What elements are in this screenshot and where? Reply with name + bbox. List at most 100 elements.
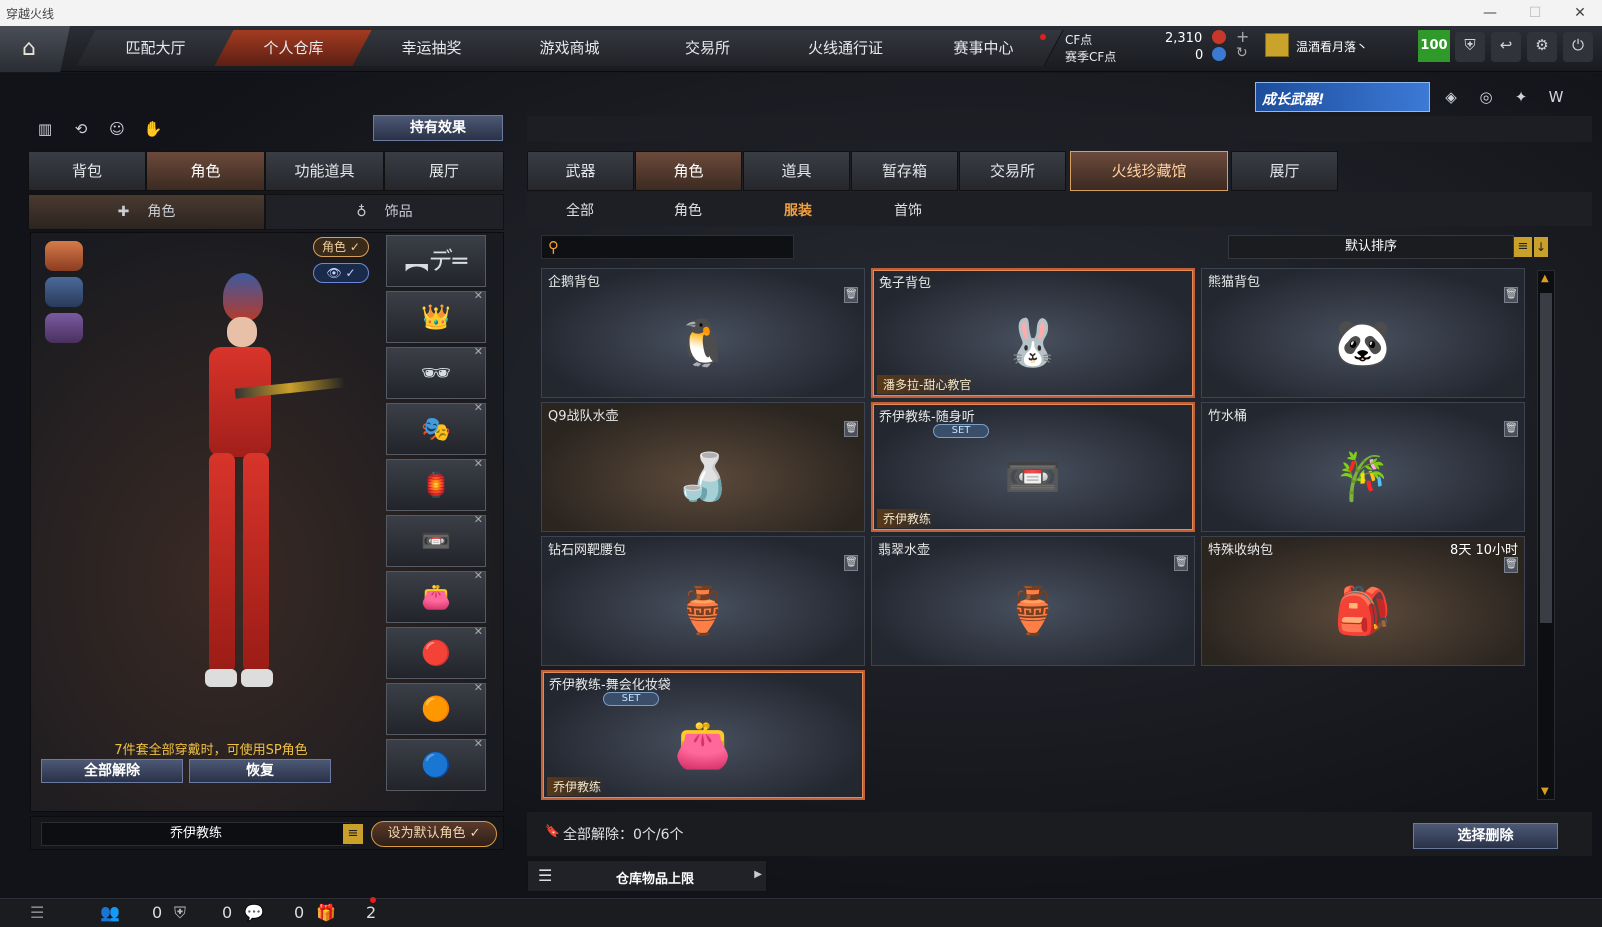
delete-icon[interactable]: 🗑 bbox=[1174, 555, 1188, 571]
nav-tab-personal-storage[interactable]: 个人仓库 bbox=[214, 30, 374, 66]
slot-pendant-1[interactable]: ✕ 🔴 bbox=[386, 626, 486, 679]
remove-icon[interactable]: ✕ bbox=[474, 346, 483, 358]
right-tab-collection[interactable]: 火线珍藏馆 bbox=[1070, 151, 1228, 191]
slot-bracelet[interactable]: ✕ 🔵 bbox=[386, 738, 486, 791]
close-icon[interactable]: ✕ bbox=[1570, 3, 1590, 23]
chat-icon[interactable]: 💬 bbox=[244, 903, 264, 922]
growth-weapon-banner[interactable]: 成长武器! bbox=[1255, 82, 1430, 112]
item-card[interactable]: Q9战队水壶 🗑 🍶 bbox=[541, 402, 865, 532]
nav-tab-exchange[interactable]: 交易所 bbox=[628, 30, 788, 66]
scrollbar-thumb[interactable] bbox=[1540, 293, 1552, 623]
clan-shield-icon[interactable]: ⛨ bbox=[174, 903, 186, 923]
remove-icon[interactable]: ✕ bbox=[474, 458, 483, 470]
nav-tab-match-hall[interactable]: 匹配大厅 bbox=[76, 30, 236, 66]
delete-icon[interactable]: 🗑 bbox=[844, 421, 858, 437]
delete-icon[interactable]: 🗑 bbox=[844, 555, 858, 571]
w-logo-icon[interactable]: W bbox=[1543, 84, 1569, 110]
select-delete-button[interactable]: 选择删除 bbox=[1413, 823, 1558, 849]
slot-ornament[interactable]: ✕ 🏮 bbox=[386, 458, 486, 511]
slot-pendant-2[interactable]: ✕ 🟠 bbox=[386, 682, 486, 735]
home-button[interactable]: ⌂ bbox=[0, 26, 70, 72]
nav-tab-battle-pass[interactable]: 火线通行证 bbox=[766, 30, 926, 66]
remove-icon[interactable]: ✕ bbox=[474, 682, 483, 694]
set-default-character-button[interactable]: 设为默认角色 ✓ bbox=[371, 821, 497, 847]
return-icon[interactable]: ↩ bbox=[1491, 32, 1521, 62]
delete-icon[interactable]: 🗑 bbox=[1504, 421, 1518, 437]
sort-dropdown[interactable]: 默认排序 bbox=[1228, 235, 1514, 259]
gift-icon[interactable]: 🎁 bbox=[316, 903, 336, 922]
stats-icon[interactable]: ▥ bbox=[32, 116, 58, 142]
right-tab-temp-box[interactable]: 暂存箱 bbox=[851, 151, 958, 191]
delete-icon[interactable]: 🗑 bbox=[1504, 557, 1518, 573]
item-card[interactable]: 乔伊教练-随身听 SET 📼 乔伊教练 bbox=[871, 402, 1195, 532]
hold-effect-button[interactable]: 持有效果 bbox=[373, 115, 503, 141]
nav-tab-lucky-draw[interactable]: 幸运抽奖 bbox=[352, 30, 512, 66]
item-card[interactable]: 兔子背包 🐰 潘多拉-甜心教官 bbox=[871, 268, 1195, 398]
badge-icon[interactable]: ◈ bbox=[1438, 84, 1464, 110]
remove-icon[interactable]: ✕ bbox=[474, 290, 483, 302]
glove-icon[interactable]: ✋ bbox=[140, 116, 166, 142]
delete-icon[interactable]: 🗑 bbox=[1504, 287, 1518, 303]
subtab-clothing[interactable]: 服装 bbox=[745, 200, 851, 220]
power-icon[interactable]: ⏻ bbox=[1563, 32, 1593, 62]
slot-headwear[interactable]: ✕ 👑 bbox=[386, 290, 486, 343]
rotate-icon[interactable]: ⟲ bbox=[68, 116, 94, 142]
left-tab-character[interactable]: 角色 bbox=[146, 151, 265, 191]
visibility-eye-icon[interactable]: 👁 ✓ bbox=[313, 263, 369, 283]
left-tab-tools[interactable]: 功能道具 bbox=[265, 151, 384, 191]
minimize-icon[interactable]: — bbox=[1480, 3, 1500, 23]
item-card[interactable]: 企鹅背包 🗑 🐧 bbox=[541, 268, 865, 398]
rocket-icon[interactable]: ✦ bbox=[1508, 84, 1534, 110]
username[interactable]: 温酒看月落丶 bbox=[1296, 38, 1368, 55]
right-tab-showroom[interactable]: 展厅 bbox=[1231, 151, 1338, 191]
slot-cosmetic-bag[interactable]: ✕ 👛 bbox=[386, 570, 486, 623]
restore-button[interactable]: 恢复 bbox=[189, 759, 331, 783]
left-subtab-accessories[interactable]: ♁ 饰品 bbox=[265, 194, 504, 230]
add-icon[interactable]: + bbox=[1236, 27, 1249, 46]
unequip-all-button[interactable]: 全部解除 bbox=[41, 759, 183, 783]
scroll-down-icon[interactable]: ▼ bbox=[1541, 786, 1549, 797]
remove-icon[interactable]: ✕ bbox=[474, 514, 483, 526]
delete-icon[interactable]: 🗑 bbox=[844, 287, 858, 303]
sort-desc-icon[interactable]: ↓ bbox=[1534, 237, 1548, 257]
maximize-icon[interactable]: ☐ bbox=[1525, 3, 1545, 23]
subtab-character[interactable]: 角色 bbox=[635, 200, 741, 220]
refresh-icon[interactable]: ↻ bbox=[1236, 45, 1248, 61]
right-tab-weapons[interactable]: 武器 bbox=[527, 151, 634, 191]
pose-icon[interactable]: ☺ bbox=[104, 116, 130, 142]
slot-mask[interactable]: ✕ 🎭 bbox=[386, 402, 486, 455]
left-tab-showroom[interactable]: 展厅 bbox=[384, 151, 504, 191]
item-card[interactable]: 翡翠水壶 🗑 🏺 bbox=[871, 536, 1195, 666]
slot-glasses[interactable]: ✕ 🕶 bbox=[386, 346, 486, 399]
character-name-field[interactable]: 乔伊教练 bbox=[41, 822, 351, 846]
sort-list-icon[interactable]: ≡ bbox=[1514, 237, 1532, 257]
friends-icon[interactable]: 👥 bbox=[100, 903, 120, 922]
remove-icon[interactable]: ✕ bbox=[474, 626, 483, 638]
item-card[interactable]: 乔伊教练-舞会化妆袋 SET 👛 乔伊教练 bbox=[541, 670, 865, 800]
list-icon[interactable]: ☰ bbox=[30, 903, 44, 922]
globe-icon[interactable]: ◎ bbox=[1473, 84, 1499, 110]
left-subtab-character[interactable]: ✚ 角色 bbox=[28, 194, 265, 230]
subtab-all[interactable]: 全部 bbox=[527, 200, 633, 220]
item-card[interactable]: 熊猫背包 🗑 🐼 bbox=[1201, 268, 1525, 398]
faction-icon-3[interactable] bbox=[45, 313, 83, 343]
search-input[interactable]: ⚲ bbox=[541, 235, 794, 259]
scrollbar[interactable]: ▲ ▼ bbox=[1537, 270, 1555, 800]
right-tab-exchange[interactable]: 交易所 bbox=[959, 151, 1066, 191]
subtab-jewelry[interactable]: 首饰 bbox=[855, 200, 961, 220]
settings-gear-icon[interactable]: ⚙ bbox=[1527, 32, 1557, 62]
faction-icon-1[interactable] bbox=[45, 241, 83, 271]
remove-icon[interactable]: ✕ bbox=[474, 738, 483, 750]
right-tab-props[interactable]: 道具 bbox=[743, 151, 850, 191]
shield-icon[interactable]: ⛨ bbox=[1455, 32, 1485, 62]
remove-icon[interactable]: ✕ bbox=[474, 570, 483, 582]
faction-icon-2[interactable] bbox=[45, 277, 83, 307]
item-card[interactable]: 钻石网靶腰包 🗑 🏺 bbox=[541, 536, 865, 666]
left-tab-backpack[interactable]: 背包 bbox=[28, 151, 146, 191]
item-card[interactable]: 特殊收纳包 8天 10小时 🗑 🎒 bbox=[1201, 536, 1525, 666]
item-card[interactable]: 竹水桶 🗑 🎋 bbox=[1201, 402, 1525, 532]
right-tab-character[interactable]: 角色 bbox=[635, 151, 742, 191]
storage-limit-bar[interactable]: ☰ 仓库物品上限 ▶ bbox=[527, 860, 767, 892]
slot-walkman[interactable]: ✕ 📼 bbox=[386, 514, 486, 567]
character-toggle-badge[interactable]: 角色 ✓ bbox=[313, 237, 369, 257]
